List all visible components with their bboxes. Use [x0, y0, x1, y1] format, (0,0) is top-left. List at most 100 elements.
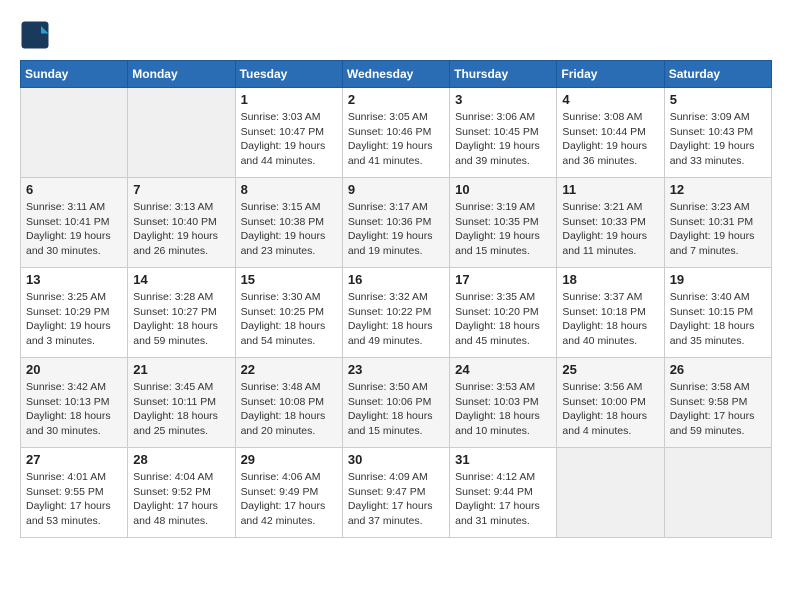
day-number: 2 [348, 92, 444, 107]
day-info: Sunrise: 3:35 AMSunset: 10:20 PMDaylight… [455, 290, 551, 349]
day-number: 30 [348, 452, 444, 467]
day-cell: 7 Sunrise: 3:13 AMSunset: 10:40 PMDayligh… [128, 178, 235, 268]
day-number: 26 [670, 362, 766, 377]
week-row-1: 1 Sunrise: 3:03 AMSunset: 10:47 PMDayligh… [21, 88, 772, 178]
day-info: Sunrise: 3:05 AMSunset: 10:46 PMDaylight… [348, 110, 444, 169]
week-row-4: 20 Sunrise: 3:42 AMSunset: 10:13 PMDaylig… [21, 358, 772, 448]
day-info: Sunrise: 3:45 AMSunset: 10:11 PMDaylight… [133, 380, 229, 439]
day-info: Sunrise: 3:50 AMSunset: 10:06 PMDaylight… [348, 380, 444, 439]
day-number: 22 [241, 362, 337, 377]
day-cell [21, 88, 128, 178]
day-info: Sunrise: 3:08 AMSunset: 10:44 PMDaylight… [562, 110, 658, 169]
day-number: 14 [133, 272, 229, 287]
day-info: Sunrise: 3:37 AMSunset: 10:18 PMDaylight… [562, 290, 658, 349]
weekday-header-sunday: Sunday [21, 61, 128, 88]
day-info: Sunrise: 4:01 AMSunset: 9:55 PMDaylight:… [26, 470, 122, 529]
weekday-header-thursday: Thursday [450, 61, 557, 88]
day-cell: 16 Sunrise: 3:32 AMSunset: 10:22 PMDaylig… [342, 268, 449, 358]
day-cell: 28 Sunrise: 4:04 AMSunset: 9:52 PMDayligh… [128, 448, 235, 538]
day-number: 24 [455, 362, 551, 377]
day-cell: 2 Sunrise: 3:05 AMSunset: 10:46 PMDayligh… [342, 88, 449, 178]
day-info: Sunrise: 4:04 AMSunset: 9:52 PMDaylight:… [133, 470, 229, 529]
day-number: 31 [455, 452, 551, 467]
day-number: 11 [562, 182, 658, 197]
day-info: Sunrise: 3:25 AMSunset: 10:29 PMDaylight… [26, 290, 122, 349]
day-info: Sunrise: 3:15 AMSunset: 10:38 PMDaylight… [241, 200, 337, 259]
day-cell: 31 Sunrise: 4:12 AMSunset: 9:44 PMDayligh… [450, 448, 557, 538]
day-number: 21 [133, 362, 229, 377]
day-info: Sunrise: 3:32 AMSunset: 10:22 PMDaylight… [348, 290, 444, 349]
day-number: 9 [348, 182, 444, 197]
day-number: 3 [455, 92, 551, 107]
day-info: Sunrise: 3:40 AMSunset: 10:15 PMDaylight… [670, 290, 766, 349]
day-info: Sunrise: 3:48 AMSunset: 10:08 PMDaylight… [241, 380, 337, 439]
day-number: 16 [348, 272, 444, 287]
day-cell: 21 Sunrise: 3:45 AMSunset: 10:11 PMDaylig… [128, 358, 235, 448]
day-cell: 5 Sunrise: 3:09 AMSunset: 10:43 PMDayligh… [664, 88, 771, 178]
week-row-3: 13Sunrise: 3:25 AMSunset: 10:29 PMDaylig… [21, 268, 772, 358]
day-number: 5 [670, 92, 766, 107]
day-info: Sunrise: 3:13 AMSunset: 10:40 PMDaylight… [133, 200, 229, 259]
day-info: Sunrise: 3:21 AMSunset: 10:33 PMDaylight… [562, 200, 658, 259]
day-cell: 19 Sunrise: 3:40 AMSunset: 10:15 PMDaylig… [664, 268, 771, 358]
day-cell: 13Sunrise: 3:25 AMSunset: 10:29 PMDaylig… [21, 268, 128, 358]
day-cell: 1 Sunrise: 3:03 AMSunset: 10:47 PMDayligh… [235, 88, 342, 178]
week-row-2: 6 Sunrise: 3:11 AMSunset: 10:41 PMDayligh… [21, 178, 772, 268]
day-number: 10 [455, 182, 551, 197]
day-number: 20 [26, 362, 122, 377]
logo [20, 20, 54, 50]
day-cell: 11 Sunrise: 3:21 AMSunset: 10:33 PMDaylig… [557, 178, 664, 268]
day-info: Sunrise: 3:17 AMSunset: 10:36 PMDaylight… [348, 200, 444, 259]
weekday-header-monday: Monday [128, 61, 235, 88]
day-number: 25 [562, 362, 658, 377]
day-info: Sunrise: 3:56 AMSunset: 10:00 PMDaylight… [562, 380, 658, 439]
day-cell: 27 Sunrise: 4:01 AMSunset: 9:55 PMDayligh… [21, 448, 128, 538]
day-cell: 14Sunrise: 3:28 AMSunset: 10:27 PMDaylig… [128, 268, 235, 358]
day-cell: 23Sunrise: 3:50 AMSunset: 10:06 PMDaylig… [342, 358, 449, 448]
day-info: Sunrise: 3:30 AMSunset: 10:25 PMDaylight… [241, 290, 337, 349]
calendar-table: SundayMondayTuesdayWednesdayThursdayFrid… [20, 60, 772, 538]
day-number: 19 [670, 272, 766, 287]
day-number: 18 [562, 272, 658, 287]
day-cell: 25 Sunrise: 3:56 AMSunset: 10:00 PMDaylig… [557, 358, 664, 448]
day-number: 8 [241, 182, 337, 197]
day-info: Sunrise: 3:53 AMSunset: 10:03 PMDaylight… [455, 380, 551, 439]
day-cell: 26 Sunrise: 3:58 AMSunset: 9:58 PMDayligh… [664, 358, 771, 448]
day-cell: 12 Sunrise: 3:23 AMSunset: 10:31 PMDaylig… [664, 178, 771, 268]
weekday-header-wednesday: Wednesday [342, 61, 449, 88]
day-cell: 3 Sunrise: 3:06 AMSunset: 10:45 PMDayligh… [450, 88, 557, 178]
day-number: 7 [133, 182, 229, 197]
day-cell: 29Sunrise: 4:06 AMSunset: 9:49 PMDayligh… [235, 448, 342, 538]
day-cell: 17Sunrise: 3:35 AMSunset: 10:20 PMDaylig… [450, 268, 557, 358]
day-info: Sunrise: 3:03 AMSunset: 10:47 PMDaylight… [241, 110, 337, 169]
day-info: Sunrise: 4:12 AMSunset: 9:44 PMDaylight:… [455, 470, 551, 529]
day-info: Sunrise: 3:09 AMSunset: 10:43 PMDaylight… [670, 110, 766, 169]
day-cell: 15 Sunrise: 3:30 AMSunset: 10:25 PMDaylig… [235, 268, 342, 358]
day-number: 4 [562, 92, 658, 107]
day-cell [557, 448, 664, 538]
day-info: Sunrise: 3:23 AMSunset: 10:31 PMDaylight… [670, 200, 766, 259]
day-cell [128, 88, 235, 178]
day-cell: 22 Sunrise: 3:48 AMSunset: 10:08 PMDaylig… [235, 358, 342, 448]
day-cell: 8 Sunrise: 3:15 AMSunset: 10:38 PMDayligh… [235, 178, 342, 268]
day-cell: 24 Sunrise: 3:53 AMSunset: 10:03 PMDaylig… [450, 358, 557, 448]
day-number: 12 [670, 182, 766, 197]
day-info: Sunrise: 4:09 AMSunset: 9:47 PMDaylight:… [348, 470, 444, 529]
day-number: 15 [241, 272, 337, 287]
day-cell: 10 Sunrise: 3:19 AMSunset: 10:35 PMDaylig… [450, 178, 557, 268]
day-info: Sunrise: 3:42 AMSunset: 10:13 PMDaylight… [26, 380, 122, 439]
day-info: Sunrise: 3:19 AMSunset: 10:35 PMDaylight… [455, 200, 551, 259]
weekday-header-tuesday: Tuesday [235, 61, 342, 88]
day-number: 6 [26, 182, 122, 197]
weekday-header-row: SundayMondayTuesdayWednesdayThursdayFrid… [21, 61, 772, 88]
day-cell: 4 Sunrise: 3:08 AMSunset: 10:44 PMDayligh… [557, 88, 664, 178]
day-number: 27 [26, 452, 122, 467]
day-number: 28 [133, 452, 229, 467]
day-cell: 9 Sunrise: 3:17 AMSunset: 10:36 PMDayligh… [342, 178, 449, 268]
day-number: 1 [241, 92, 337, 107]
day-info: Sunrise: 3:58 AMSunset: 9:58 PMDaylight:… [670, 380, 766, 439]
day-cell: 18 Sunrise: 3:37 AMSunset: 10:18 PMDaylig… [557, 268, 664, 358]
day-number: 29 [241, 452, 337, 467]
day-info: Sunrise: 3:06 AMSunset: 10:45 PMDaylight… [455, 110, 551, 169]
day-info: Sunrise: 3:11 AMSunset: 10:41 PMDaylight… [26, 200, 122, 259]
